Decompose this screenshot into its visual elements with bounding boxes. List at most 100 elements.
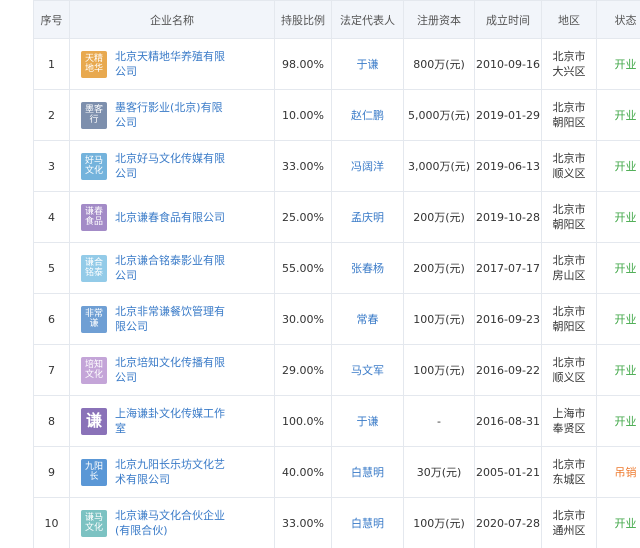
legal-rep-link[interactable]: 于谦 (331, 395, 404, 447)
company-logo[interactable]: 墨客行 (81, 101, 107, 129)
status-badge: 吊销 (596, 446, 640, 498)
company-cell: 墨客行 墨客行影业(北京)有限公司 (69, 89, 275, 141)
company-name-link[interactable]: 北京谦马文化合伙企业(有限合伙) (115, 508, 233, 538)
company-cell: 谦春食品 北京谦春食品有限公司 (69, 191, 275, 243)
founded-date: 2016-09-22 (474, 344, 542, 396)
region-city: 上海市 (552, 407, 586, 420)
region-city: 北京市 (552, 458, 586, 471)
table-row: 8 谦上海谦卦文化传媒工作室 100.0% 于谦 -2016-08-31 上海市 奉贤区 开业 (33, 395, 640, 447)
investment-table: 序号 企业名称 持股比例 法定代表人 注册资本 成立时间 地区 状态 1 天精地华… (33, 0, 640, 548)
legal-rep-link[interactable]: 冯阔洋 (331, 140, 404, 192)
header-status: 状态 (596, 0, 640, 39)
region-city: 北京市 (552, 50, 586, 63)
company-name-link[interactable]: 上海谦卦文化传媒工作室 (115, 406, 233, 436)
status-badge: 开业 (596, 497, 640, 548)
table-row: 4 谦春食品 北京谦春食品有限公司 25.00% 孟庆明 200万(元) 2019-10-2… (33, 191, 640, 243)
region-district: 大兴区 (552, 65, 586, 78)
legal-rep-link[interactable]: 马文军 (331, 344, 404, 396)
status-badge: 开业 (596, 395, 640, 447)
region: 北京市 通州区 (541, 497, 597, 548)
share-ratio: 25.00% (274, 191, 332, 243)
company-logo[interactable]: 谦马文化 (81, 509, 107, 537)
company-cell: 天精地华 北京天精地华养殖有限公司 (69, 38, 275, 90)
row-index: 2 (33, 89, 70, 141)
registered-capital: - (403, 395, 475, 447)
table-row: 3 好马文化 北京好马文化传媒有限公司 33.00% 冯阔洋 3,000万(元) 2019-… (33, 140, 640, 192)
legal-rep-link[interactable]: 白慧明 (331, 497, 404, 548)
company-cell: 谦上海谦卦文化传媒工作室 (69, 395, 275, 447)
region-district: 房山区 (552, 269, 586, 282)
company-name-link[interactable]: 北京非常谦餐饮管理有限公司 (115, 304, 233, 334)
company-cell: 谦马文化 北京谦马文化合伙企业(有限合伙) (69, 497, 275, 548)
row-index: 4 (33, 191, 70, 243)
status-badge: 开业 (596, 140, 640, 192)
region-district: 奉贤区 (552, 422, 586, 435)
region-district: 朝阳区 (552, 218, 586, 231)
region-district: 东城区 (552, 473, 586, 486)
region-city: 北京市 (552, 305, 586, 318)
header-index: 序号 (33, 0, 70, 39)
table-row: 10 谦马文化 北京谦马文化合伙企业(有限合伙) 33.00% 白慧明 100万(元) 20… (33, 497, 640, 548)
share-ratio: 10.00% (274, 89, 332, 141)
region-city: 北京市 (552, 254, 586, 267)
company-logo[interactable]: 谦合铭泰 (81, 254, 107, 282)
status-badge: 开业 (596, 191, 640, 243)
company-logo[interactable]: 好马文化 (81, 152, 107, 180)
region-district: 顺义区 (552, 167, 586, 180)
company-name-link[interactable]: 北京天精地华养殖有限公司 (115, 49, 233, 79)
company-name-link[interactable]: 北京谦春食品有限公司 (115, 210, 233, 225)
registered-capital: 100万(元) (403, 293, 475, 345)
registered-capital: 5,000万(元) (403, 89, 475, 141)
company-logo[interactable]: 谦 (81, 407, 107, 435)
founded-date: 2019-10-28 (474, 191, 542, 243)
company-logo[interactable]: 非常谦 (81, 305, 107, 333)
company-name-link[interactable]: 北京九阳长乐坊文化艺术有限公司 (115, 457, 233, 487)
row-index: 9 (33, 446, 70, 498)
region-district: 朝阳区 (552, 320, 586, 333)
table-row: 2 墨客行 墨客行影业(北京)有限公司 10.00% 赵仁鹏 5,000万(元) 2019-… (33, 89, 640, 141)
registered-capital: 100万(元) (403, 497, 475, 548)
header-region: 地区 (541, 0, 597, 39)
founded-date: 2019-06-13 (474, 140, 542, 192)
company-name-link[interactable]: 北京谦合铭泰影业有限公司 (115, 253, 233, 283)
share-ratio: 100.0% (274, 395, 332, 447)
company-name-link[interactable]: 墨客行影业(北京)有限公司 (115, 100, 233, 130)
table-row: 6 非常谦 北京非常谦餐饮管理有限公司 30.00% 常春 100万(元) 2016-09-… (33, 293, 640, 345)
header-legal-rep: 法定代表人 (331, 0, 404, 39)
registered-capital: 800万(元) (403, 38, 475, 90)
row-index: 10 (33, 497, 70, 548)
table-header-row: 序号 企业名称 持股比例 法定代表人 注册资本 成立时间 地区 状态 (33, 0, 640, 39)
region-district: 顺义区 (552, 371, 586, 384)
company-logo[interactable]: 九阳长 (81, 458, 107, 486)
legal-rep-link[interactable]: 白慧明 (331, 446, 404, 498)
registered-capital: 3,000万(元) (403, 140, 475, 192)
region-district: 朝阳区 (552, 116, 586, 129)
company-name-link[interactable]: 北京培知文化传播有限公司 (115, 355, 233, 385)
company-logo[interactable]: 天精地华 (81, 50, 107, 78)
row-index: 5 (33, 242, 70, 294)
company-name-link[interactable]: 北京好马文化传媒有限公司 (115, 151, 233, 181)
status-badge: 开业 (596, 344, 640, 396)
share-ratio: 33.00% (274, 497, 332, 548)
legal-rep-link[interactable]: 孟庆明 (331, 191, 404, 243)
region: 北京市 顺义区 (541, 344, 597, 396)
region-city: 北京市 (552, 356, 586, 369)
table-row: 7 培知文化 北京培知文化传播有限公司 29.00% 马文军 100万(元) 2016-09… (33, 344, 640, 396)
founded-date: 2005-01-21 (474, 446, 542, 498)
legal-rep-link[interactable]: 赵仁鹏 (331, 89, 404, 141)
row-index: 6 (33, 293, 70, 345)
company-logo[interactable]: 培知文化 (81, 356, 107, 384)
row-index: 1 (33, 38, 70, 90)
legal-rep-link[interactable]: 常春 (331, 293, 404, 345)
company-cell: 非常谦 北京非常谦餐饮管理有限公司 (69, 293, 275, 345)
company-logo[interactable]: 谦春食品 (81, 203, 107, 231)
status-badge: 开业 (596, 38, 640, 90)
registered-capital: 200万(元) (403, 242, 475, 294)
legal-rep-link[interactable]: 于谦 (331, 38, 404, 90)
share-ratio: 98.00% (274, 38, 332, 90)
company-cell: 好马文化 北京好马文化传媒有限公司 (69, 140, 275, 192)
legal-rep-link[interactable]: 张春杨 (331, 242, 404, 294)
registered-capital: 30万(元) (403, 446, 475, 498)
header-company-name: 企业名称 (69, 0, 275, 39)
row-index: 7 (33, 344, 70, 396)
